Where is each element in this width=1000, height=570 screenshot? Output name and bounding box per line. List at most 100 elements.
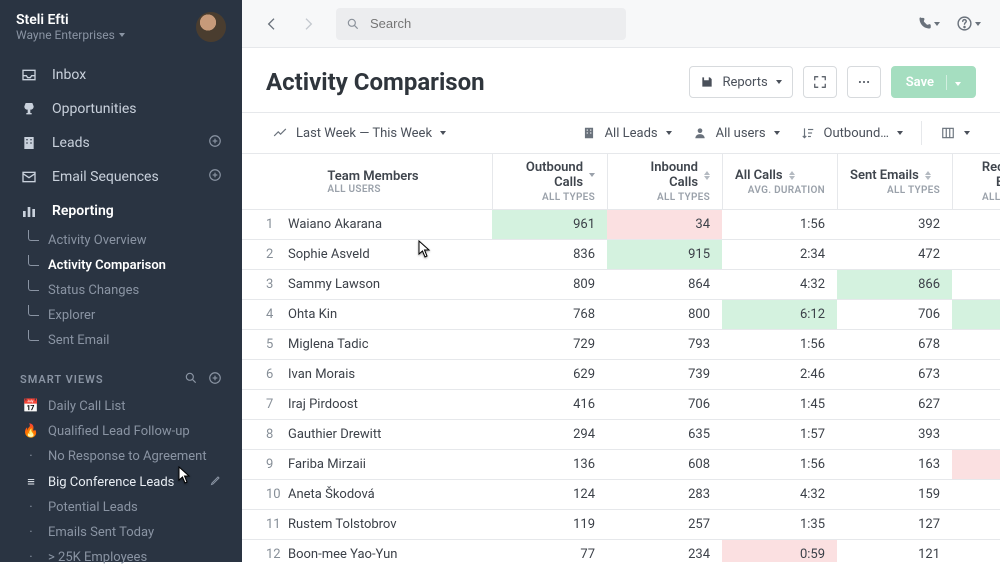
- member-name: Miglena Tadic: [288, 330, 492, 359]
- leads-filter[interactable]: All Leads: [575, 121, 678, 145]
- chevron-down-icon: [955, 82, 961, 86]
- sidebar-item-label: Opportunities: [52, 101, 222, 117]
- table-row[interactable]: 10Aneta Škodová1242834:32159124: [242, 480, 1000, 510]
- sidebar-sub-activity-overview[interactable]: Activity Overview: [0, 228, 242, 253]
- cell-ac: 1:35: [722, 510, 837, 539]
- cell-se: 392: [837, 210, 952, 239]
- sidebar-sub-label: Explorer: [48, 308, 95, 323]
- cell-se: 121: [837, 540, 952, 562]
- sidebar-item-email-sequences[interactable]: Email Sequences: [0, 160, 242, 194]
- sidebar-sub-sent-email[interactable]: Sent Email: [0, 328, 242, 353]
- expand-button[interactable]: [803, 66, 837, 98]
- table-row[interactable]: 12Boon-mee Yao-Yun772340:5912177: [242, 540, 1000, 563]
- cell-in: 793: [607, 330, 722, 359]
- save-button[interactable]: Save: [891, 66, 976, 98]
- cell-se: 393: [837, 420, 952, 449]
- cell-ac: 1:56: [722, 450, 837, 479]
- avatar[interactable]: [196, 12, 226, 42]
- users-filter[interactable]: All users: [686, 121, 786, 145]
- col-header-inbound[interactable]: Inbound Calls ALL TYPES: [607, 154, 722, 210]
- smart-view-item[interactable]: 🔥Qualified Lead Follow-up: [0, 419, 242, 444]
- member-name: Sammy Lawson: [288, 270, 492, 299]
- cell-out: 136: [492, 450, 607, 479]
- member-name: Fariba Mirzaii: [288, 450, 492, 479]
- chevron-down-icon: [964, 131, 970, 135]
- smart-view-icon: ≡: [24, 474, 38, 490]
- col-header-members[interactable]: Team MembersALL USERS: [242, 154, 492, 210]
- chevron-down-icon: [776, 80, 782, 84]
- smart-view-item[interactable]: ·> 25K Employees: [0, 545, 242, 570]
- main: Activity Comparison Reports Save Last We…: [242, 0, 1000, 562]
- table-row[interactable]: 7Iraj Pirdoost4167061:45627416: [242, 390, 1000, 420]
- sort-filter[interactable]: Outbound…: [794, 121, 909, 145]
- cell-se: 163: [837, 450, 952, 479]
- row-index: 6: [242, 360, 282, 389]
- sidebar-sub-label: Sent Email: [48, 333, 109, 348]
- col-header-sent[interactable]: Sent Emails ALL TYPES: [837, 154, 952, 210]
- smart-view-item[interactable]: 📅Daily Call List: [0, 394, 242, 419]
- member-name: Aneta Škodová: [288, 480, 492, 509]
- sidebar-item-opportunities[interactable]: Opportunities: [0, 92, 242, 126]
- columns-button[interactable]: [934, 121, 976, 145]
- pencil-icon[interactable]: [210, 474, 222, 490]
- date-range-label: Last Week — This Week: [296, 126, 432, 141]
- save-disk-icon: [700, 75, 714, 89]
- reporting-icon: [20, 202, 38, 220]
- table-row[interactable]: 3Sammy Lawson8098644:32866809: [242, 270, 1000, 300]
- org-switcher[interactable]: Wayne Enterprises: [16, 28, 125, 42]
- member-name: Ohta Kin: [288, 300, 492, 329]
- col-header-allcalls[interactable]: All Calls AVG. DURATION: [722, 154, 837, 210]
- smart-view-item[interactable]: ·No Response to Agreement: [0, 444, 242, 469]
- table-row[interactable]: 1Waiano Akarana961341:56392283: [242, 210, 1000, 240]
- search-icon[interactable]: [184, 371, 198, 388]
- cell-in: 234: [607, 540, 722, 562]
- cell-re: 77: [952, 540, 1000, 562]
- table-row[interactable]: 8Gauthier Drewitt2946351:57393294: [242, 420, 1000, 450]
- reports-button[interactable]: Reports: [689, 66, 792, 98]
- plus-circle-icon[interactable]: [208, 371, 222, 388]
- member-name: Boon-mee Yao-Yun: [288, 540, 492, 562]
- col-header-recv[interactable]: Received Emails ALL TYPES: [952, 154, 1000, 210]
- row-index: 1: [242, 210, 282, 239]
- table-row[interactable]: 11Rustem Tolstobrov1192571:35127119: [242, 510, 1000, 540]
- sidebar-item-reporting[interactable]: Reporting: [0, 194, 242, 228]
- reporting-subnav: Activity OverviewActivity ComparisonStat…: [0, 228, 242, 353]
- plus-circle-icon[interactable]: [208, 168, 222, 186]
- cell-re: 768: [952, 300, 1000, 329]
- sidebar-item-inbox[interactable]: Inbox: [0, 58, 242, 92]
- plus-circle-icon[interactable]: [208, 134, 222, 152]
- smart-view-item[interactable]: ≡Big Conference Leads: [0, 469, 242, 495]
- table-row[interactable]: 6Ivan Morais6297392:46673629: [242, 360, 1000, 390]
- sidebar-sub-activity-comparison[interactable]: Activity Comparison: [0, 253, 242, 278]
- cell-se: 866: [837, 270, 952, 299]
- cell-out: 961: [492, 210, 607, 239]
- table-row[interactable]: 4Ohta Kin7688006:12706768: [242, 300, 1000, 330]
- search-input[interactable]: [368, 15, 616, 32]
- table-row[interactable]: 5Miglena Tadic7297931:56678729: [242, 330, 1000, 360]
- sidebar-sub-explorer[interactable]: Explorer: [0, 303, 242, 328]
- sidebar: Steli Efti Wayne Enterprises Inbox Opport…: [0, 0, 242, 562]
- col-header-outbound[interactable]: Outbound Calls ALL TYPES: [492, 154, 607, 210]
- date-range-filter[interactable]: Last Week — This Week: [266, 121, 452, 145]
- sidebar-item-leads[interactable]: Leads: [0, 126, 242, 160]
- nav-forward-button[interactable]: [294, 10, 322, 38]
- nav-back-button[interactable]: [258, 10, 286, 38]
- smart-view-label: Daily Call List: [48, 399, 126, 414]
- smart-view-item[interactable]: ·Potential Leads: [0, 495, 242, 520]
- table-row[interactable]: 2Sophie Asveld8369152:34472333: [242, 240, 1000, 270]
- inbox-icon: [20, 66, 38, 84]
- user-block[interactable]: Steli Efti Wayne Enterprises: [16, 12, 125, 42]
- cell-in: 635: [607, 420, 722, 449]
- help-button[interactable]: [952, 8, 984, 40]
- columns-icon: [940, 125, 956, 141]
- users-filter-label: All users: [716, 126, 766, 141]
- cell-se: 127: [837, 510, 952, 539]
- table-row[interactable]: 9Fariba Mirzaii1366081:5616311: [242, 450, 1000, 480]
- smart-view-item[interactable]: ·Emails Sent Today: [0, 520, 242, 545]
- more-button[interactable]: [847, 66, 881, 98]
- sidebar-sub-status-changes[interactable]: Status Changes: [0, 278, 242, 303]
- search-field[interactable]: [336, 8, 626, 40]
- member-name: Sophie Asveld: [288, 240, 492, 269]
- dialer-button[interactable]: [912, 8, 944, 40]
- cell-in: 706: [607, 390, 722, 419]
